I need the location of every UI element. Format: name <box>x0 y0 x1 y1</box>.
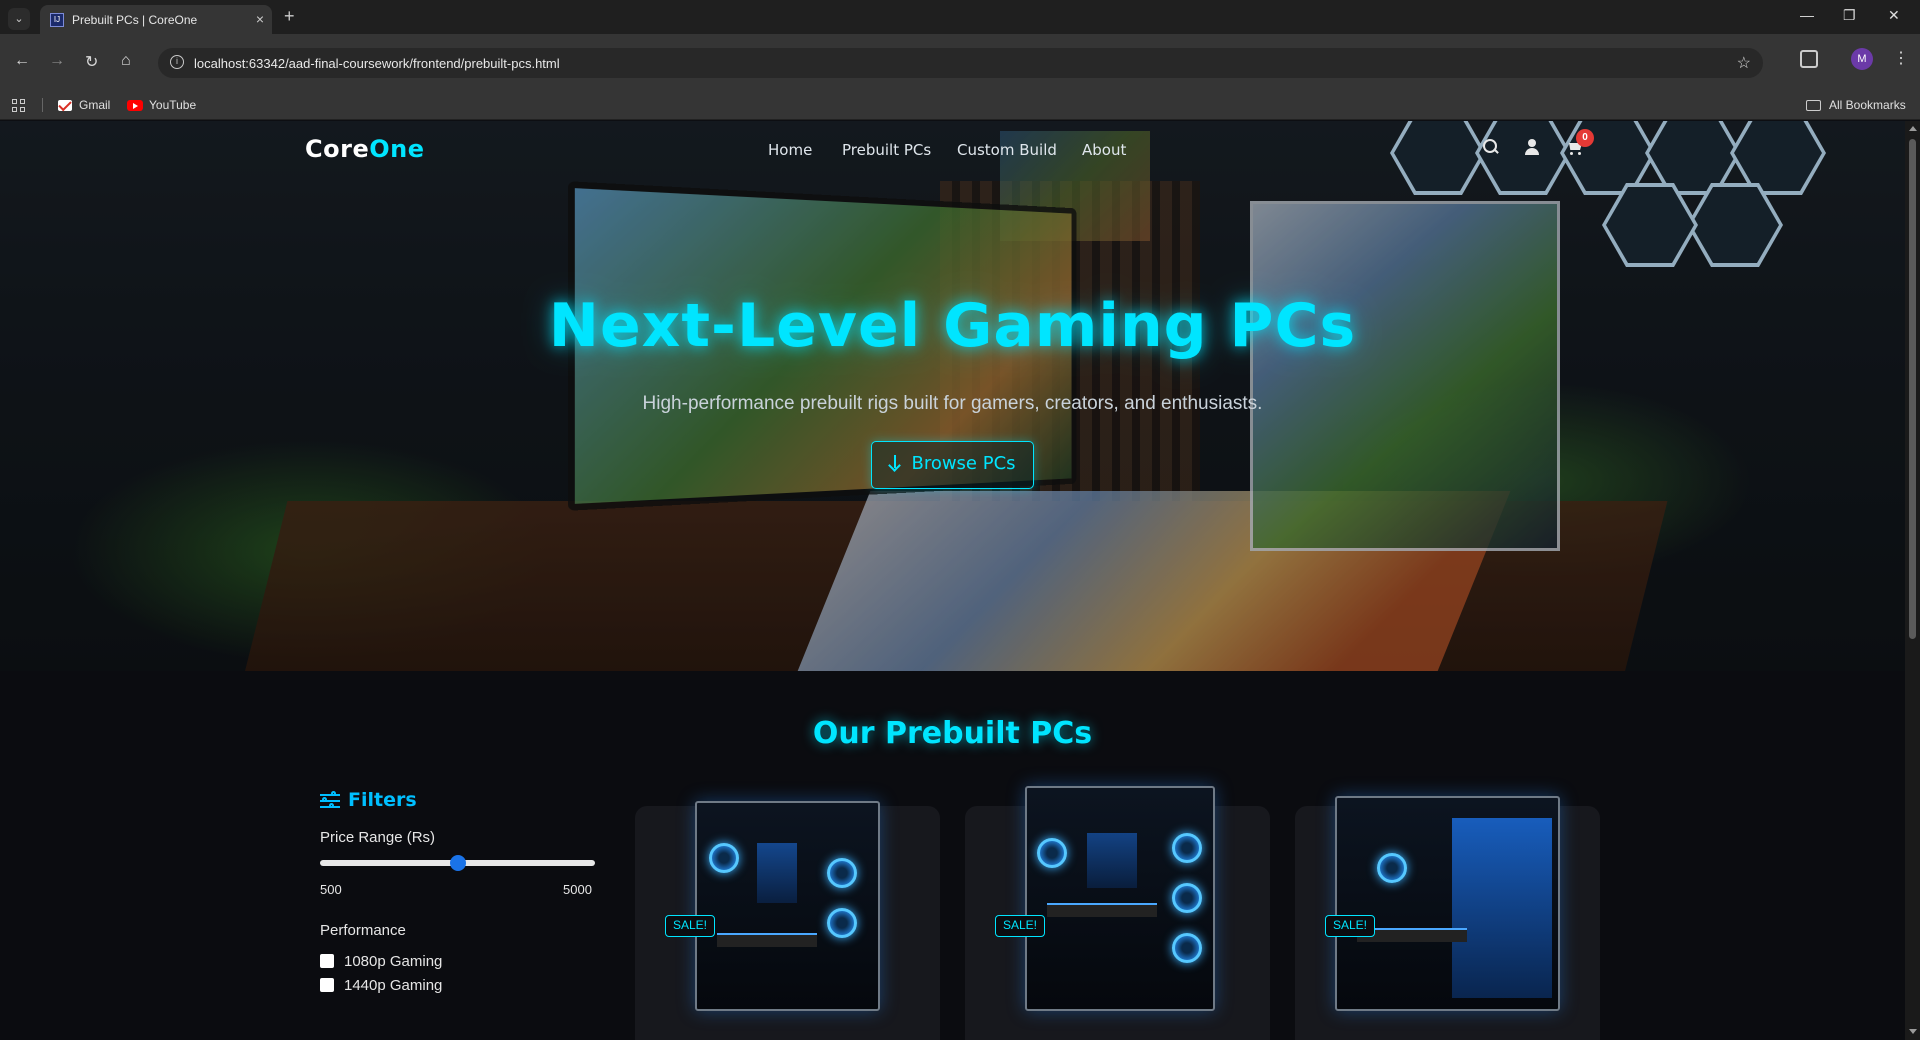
profile-avatar[interactable]: M <box>1851 48 1873 70</box>
page-viewport: CoreOne Home Prebuilt PCs Custom Build A… <box>0 121 1920 1040</box>
bookmarks-bar: Gmail YouTube All Bookmarks <box>0 90 1920 120</box>
nav-prebuilt-pcs[interactable]: Prebuilt PCs <box>842 141 931 159</box>
filters-heading: Filters <box>320 789 417 811</box>
hero-subtitle: High-performance prebuilt rigs built for… <box>642 393 1263 414</box>
browse-pcs-label: Browse PCs <box>911 453 1016 474</box>
extensions-icon[interactable] <box>1800 50 1818 68</box>
performance-option-label: 1080p Gaming <box>344 953 443 970</box>
browser-tab-bar: ⌄ IJ Prebuilt PCs | CoreOne × + — ❐ ✕ <box>0 0 1920 34</box>
youtube-icon[interactable] <box>127 100 143 111</box>
performance-option-1080p[interactable]: 1080p Gaming <box>320 953 442 970</box>
price-min: 500 <box>320 882 342 897</box>
browser-tab[interactable]: IJ Prebuilt PCs | CoreOne × <box>40 5 272 34</box>
performance-label: Performance <box>320 922 406 939</box>
bookmark-youtube[interactable]: YouTube <box>149 98 196 112</box>
section-title: Our Prebuilt PCs <box>812 716 1093 751</box>
site-info-icon[interactable]: i <box>170 55 184 69</box>
price-range-thumb[interactable] <box>449 855 466 871</box>
browse-pcs-button[interactable]: Browse PCs <box>871 441 1034 489</box>
logo-one: One <box>369 135 425 163</box>
reload-icon[interactable]: ↻ <box>85 52 98 72</box>
cart-count-badge: 0 <box>1576 129 1594 147</box>
site-logo[interactable]: CoreOne <box>305 135 424 163</box>
folder-icon[interactable] <box>1806 100 1821 111</box>
logo-core: Core <box>305 135 370 163</box>
price-max: 5000 <box>563 882 592 897</box>
tab-favicon-icon: IJ <box>50 13 64 27</box>
price-range-slider[interactable] <box>320 855 595 871</box>
sliders-icon <box>320 791 340 808</box>
filters-heading-text: Filters <box>348 789 417 811</box>
new-tab-button[interactable]: + <box>284 6 295 27</box>
browser-toolbar: ← → ↻ ⌂ i localhost:63342/aad-final-cour… <box>0 34 1920 90</box>
nav-about[interactable]: About <box>1082 141 1126 159</box>
hero-title: Next-Level Gaming PCs <box>548 291 1357 361</box>
search-icon[interactable] <box>1483 139 1497 153</box>
address-bar[interactable]: i localhost:63342/aad-final-coursework/f… <box>158 48 1763 78</box>
performance-option-label: 1440p Gaming <box>344 977 443 994</box>
url-text[interactable]: localhost:63342/aad-final-coursework/fro… <box>194 56 560 71</box>
home-icon[interactable]: ⌂ <box>121 52 131 70</box>
scroll-down-icon[interactable] <box>1909 1029 1917 1034</box>
price-range-label: Price Range (Rs) <box>320 829 436 846</box>
star-icon[interactable]: ☆ <box>1737 53 1751 73</box>
nav-custom-build[interactable]: Custom Build <box>957 141 1057 159</box>
minimize-icon[interactable]: — <box>1800 7 1814 23</box>
hero-section: CoreOne Home Prebuilt PCs Custom Build A… <box>0 121 1905 671</box>
performance-option-1440p[interactable]: 1440p Gaming <box>320 977 442 994</box>
product-image[interactable] <box>1335 796 1560 1011</box>
back-icon[interactable]: ← <box>14 52 30 70</box>
user-icon[interactable] <box>1525 139 1539 157</box>
tab-close-icon[interactable]: × <box>256 11 264 27</box>
gmail-icon[interactable] <box>58 100 72 111</box>
tab-title: Prebuilt PCs | CoreOne <box>72 13 198 27</box>
close-window-icon[interactable]: ✕ <box>1888 7 1900 24</box>
sale-badge: SALE! <box>665 915 715 937</box>
product-image[interactable] <box>1025 786 1215 1011</box>
product-image[interactable] <box>695 801 880 1011</box>
all-bookmarks[interactable]: All Bookmarks <box>1829 98 1906 112</box>
tab-list-icon[interactable]: ⌄ <box>8 8 30 30</box>
restore-icon[interactable]: ❐ <box>1843 7 1856 24</box>
scroll-thumb[interactable] <box>1909 139 1916 639</box>
nav-home[interactable]: Home <box>768 141 812 159</box>
sale-badge: SALE! <box>1325 915 1375 937</box>
apps-grid-icon[interactable] <box>12 99 26 113</box>
bookmark-gmail[interactable]: Gmail <box>79 98 110 112</box>
sale-badge: SALE! <box>995 915 1045 937</box>
forward-icon[interactable]: → <box>49 52 65 70</box>
checkbox[interactable] <box>320 978 334 992</box>
bookmark-separator <box>42 98 43 112</box>
menu-icon[interactable]: ⋮ <box>1893 48 1909 68</box>
arrow-down-icon <box>889 455 901 471</box>
checkbox[interactable] <box>320 954 334 968</box>
scroll-up-icon[interactable] <box>1909 126 1917 131</box>
page-scrollbar[interactable] <box>1905 121 1920 1040</box>
